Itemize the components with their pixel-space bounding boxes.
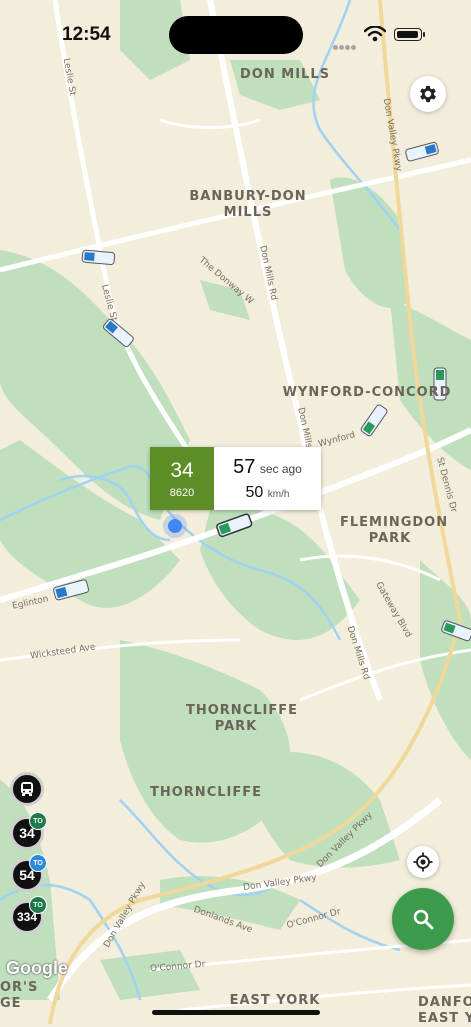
direction-badge: TO bbox=[29, 854, 47, 872]
area-label-banbury: BANBURY-DON MILLS bbox=[189, 189, 307, 220]
vehicle-status: 57 sec ago 50 km/h bbox=[214, 447, 321, 510]
crosshair-icon bbox=[413, 852, 433, 872]
last-seen-unit: sec ago bbox=[259, 461, 302, 476]
area-label-thorncliffe: THORNCLIFFE bbox=[150, 785, 262, 800]
direction-badge: TO bbox=[29, 812, 47, 830]
my-location-button[interactable] bbox=[407, 846, 439, 878]
area-label-don-mills: DON MILLS bbox=[240, 67, 330, 82]
gear-icon bbox=[420, 85, 436, 103]
speed-value: 50 bbox=[245, 483, 264, 501]
area-label-flemingdon: FLEMINGDON PARK bbox=[340, 515, 449, 546]
bus-marker bbox=[81, 249, 116, 265]
area-label-wynford-concord: WYNFORD-CONCORD bbox=[282, 385, 452, 400]
route-number: 34 bbox=[170, 458, 194, 482]
vehicle-info-popup[interactable]: 34 8620 57 sec ago 50 km/h bbox=[150, 447, 321, 510]
area-label-east-york: EAST YORK bbox=[229, 993, 321, 1008]
user-location-dot bbox=[163, 514, 187, 538]
home-indicator[interactable] bbox=[152, 1010, 320, 1015]
dynamic-island bbox=[169, 16, 303, 54]
last-seen-seconds: 57 bbox=[233, 455, 256, 478]
all-buses-button[interactable] bbox=[10, 772, 44, 806]
battery-icon bbox=[394, 28, 425, 41]
vehicle-id: 8620 bbox=[169, 486, 195, 499]
route-badge: 34 8620 bbox=[150, 447, 214, 510]
status-bar: 12:54 bbox=[0, 0, 471, 60]
bus-icon bbox=[21, 782, 33, 796]
search-button[interactable] bbox=[392, 888, 454, 950]
route-button-334[interactable]: 334 TO bbox=[10, 896, 47, 934]
area-label-thorncliffe-park: THORNCLIFFE PARK bbox=[186, 703, 298, 734]
direction-badge: TO bbox=[29, 896, 47, 914]
speed-unit: km/h bbox=[267, 488, 290, 500]
settings-button[interactable] bbox=[410, 76, 446, 112]
status-time: 12:54 bbox=[62, 24, 111, 45]
google-logo: Google bbox=[6, 958, 68, 978]
wifi-icon bbox=[364, 26, 386, 42]
area-label-edge: OR'S GE bbox=[0, 980, 39, 1011]
route-button-54[interactable]: 54 TO bbox=[10, 854, 47, 892]
route-button-34[interactable]: 34 TO bbox=[10, 812, 47, 850]
area-label-danforth: DANFO EAST Y bbox=[418, 995, 471, 1026]
signal-icon bbox=[333, 37, 357, 50]
search-icon bbox=[413, 909, 434, 930]
